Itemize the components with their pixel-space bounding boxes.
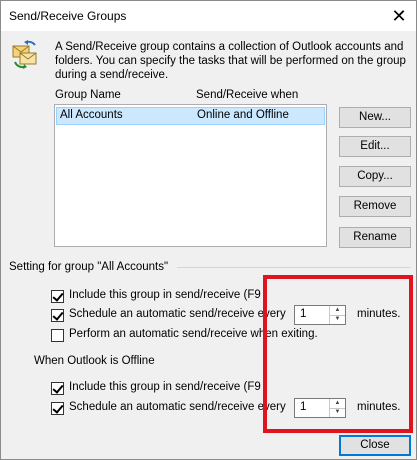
close-button[interactable]: Close [339,435,411,456]
close-icon[interactable]: ✕ [386,5,412,27]
column-header-group-name[interactable]: Group Name [55,89,121,101]
group-name-cell: All Accounts [60,109,123,121]
send-receive-when-cell: Online and Offline [197,109,289,121]
remove-button[interactable]: Remove [339,196,411,217]
group-settings-divider [177,267,411,268]
schedule-online-checkbox[interactable] [51,309,64,322]
schedule-online-label: Schedule an automatic send/receive every [69,308,286,320]
include-online-label: Include this group in send/receive (F9 [69,289,261,301]
offline-section-label: When Outlook is Offline [34,355,155,367]
schedule-offline-label: Schedule an automatic send/receive every [69,401,286,413]
list-item[interactable]: All Accounts Online and Offline [56,107,325,125]
exit-send-receive-checkbox[interactable] [51,329,64,342]
send-receive-icon [12,40,37,69]
window-title: Send/Receive Groups [9,9,127,23]
column-header-send-receive-when[interactable]: Send/Receive when [196,89,298,101]
title-bar: Send/Receive Groups ✕ [1,1,416,31]
groups-list[interactable]: All Accounts Online and Offline [54,104,327,247]
include-offline-label: Include this group in send/receive (F9 [69,381,261,393]
edit-button[interactable]: Edit... [339,136,411,157]
new-button[interactable]: New... [339,107,411,128]
copy-button[interactable]: Copy... [339,166,411,187]
include-online-checkbox[interactable] [51,290,64,303]
group-settings-label: Setting for group "All Accounts" [9,261,169,273]
send-receive-groups-dialog: Send/Receive Groups ✕ A Send/Receive gro… [0,0,417,460]
dialog-description: A Send/Receive group contains a collecti… [55,41,406,81]
annotation-highlight-box [263,275,413,433]
rename-button[interactable]: Rename [339,227,411,248]
include-offline-checkbox[interactable] [51,382,64,395]
schedule-offline-checkbox[interactable] [51,402,64,415]
